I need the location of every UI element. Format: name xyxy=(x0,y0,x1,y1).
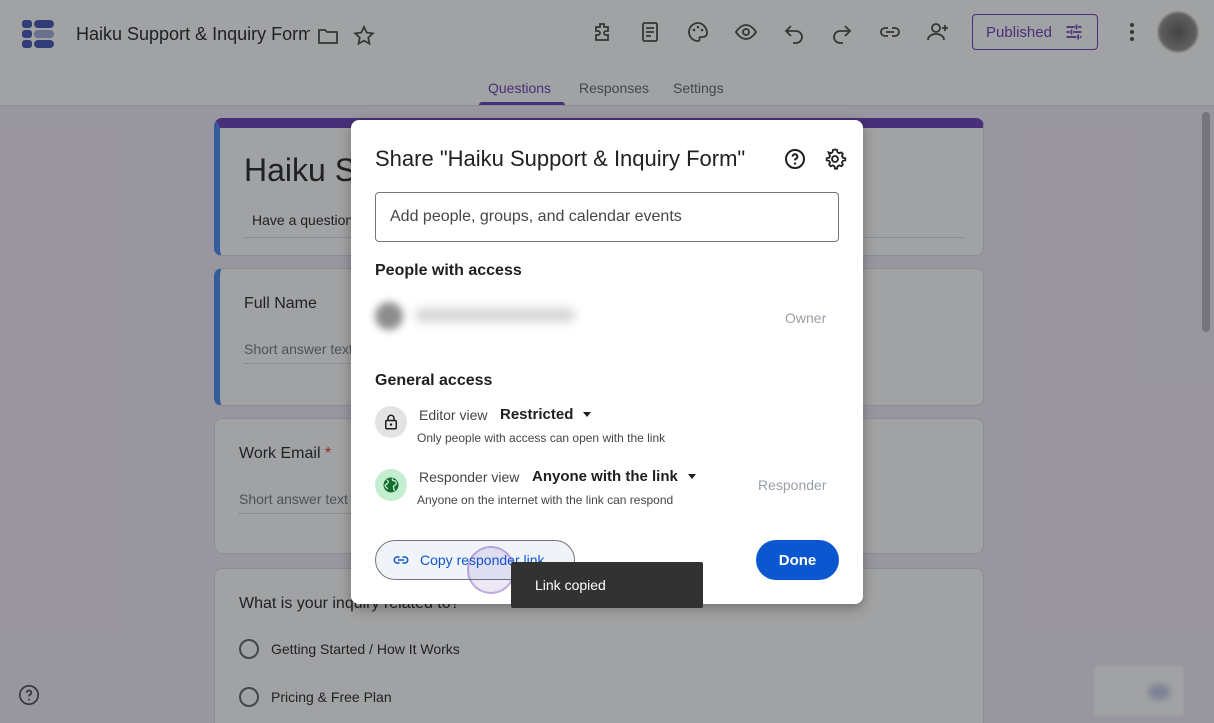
page-scrollbar[interactable] xyxy=(1202,112,1210,332)
link-icon xyxy=(393,556,409,564)
people-with-access-heading: People with access xyxy=(375,262,522,279)
responder-access-value: Anyone with the link xyxy=(532,468,678,485)
general-access-heading: General access xyxy=(375,372,493,389)
add-people-input[interactable] xyxy=(375,192,839,242)
responder-view-label: Responder view xyxy=(419,469,520,485)
responder-access-description: Anyone on the internet with the link can… xyxy=(417,493,674,507)
caret-down-icon xyxy=(687,474,696,479)
responder-access-dropdown[interactable]: Anyone with the link xyxy=(532,468,696,485)
click-ripple xyxy=(467,546,515,594)
lock-icon xyxy=(375,406,407,438)
editor-view-label: Editor view xyxy=(419,407,488,423)
share-dialog: Share "Haiku Support & Inquiry Form" Peo… xyxy=(351,120,863,604)
done-button[interactable]: Done xyxy=(756,540,839,580)
owner-person-row[interactable] xyxy=(369,296,589,336)
gear-icon[interactable] xyxy=(823,147,847,171)
editor-access-value: Restricted xyxy=(500,406,574,423)
editor-access-description: Only people with access can open with th… xyxy=(417,431,666,445)
avatar xyxy=(375,302,403,330)
caret-down-icon xyxy=(583,412,592,417)
owner-role: Owner xyxy=(785,310,827,326)
person-name-redacted xyxy=(415,308,575,322)
globe-icon xyxy=(375,469,407,501)
responder-role: Responder xyxy=(758,477,827,493)
help-icon[interactable] xyxy=(783,147,807,171)
snackbar-toast: Link copied xyxy=(511,562,703,608)
dialog-title: Share "Haiku Support & Inquiry Form" xyxy=(375,146,746,171)
editor-access-dropdown[interactable]: Restricted xyxy=(500,406,592,423)
